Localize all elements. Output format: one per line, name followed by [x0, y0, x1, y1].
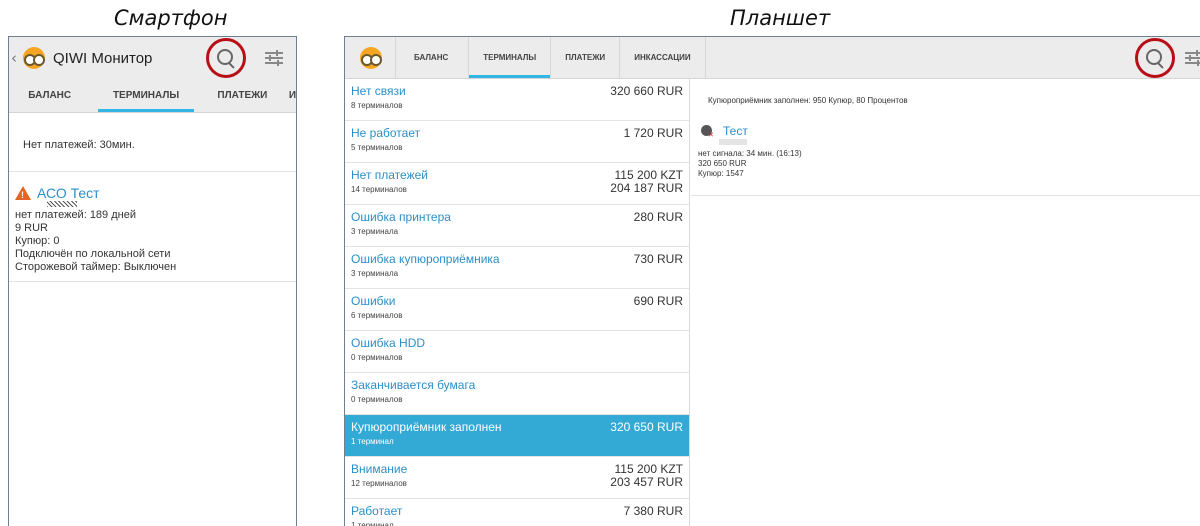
amount-line: 320 650 RUR [610, 420, 683, 434]
terminal-line: 320 650 RUR [698, 159, 747, 168]
status-amount: 7 380 RUR [624, 505, 683, 518]
terminal-count: 1 терминал [351, 521, 394, 526]
status-row[interactable]: Ошибка HDD 0 терминалов [345, 331, 689, 373]
amount-line: 690 RUR [633, 294, 683, 308]
status-amount: 730 RUR [634, 253, 683, 266]
status-amount: 115 200 KZT 203 457 RUR [610, 463, 683, 489]
terminal-line: Сторожевой таймер: Выключен [15, 261, 177, 273]
terminal-line: Купюр: 1547 [698, 169, 744, 178]
status-row[interactable]: Ошибки 6 терминалов 690 RUR [345, 289, 689, 331]
amount-line: 280 RUR [633, 210, 683, 224]
status-name: Ошибка HDD [351, 336, 426, 350]
status-row[interactable]: Нет платежей 14 терминалов 115 200 KZT 204 … [345, 163, 689, 205]
status-message: Нет платежей: 30мин. [23, 139, 135, 151]
redacted-address [47, 201, 77, 207]
tab-terminals[interactable]: ТЕРМИНАЛЫ [90, 79, 201, 112]
tab-terminals[interactable]: ТЕРМИНАЛЫ [468, 37, 551, 78]
terminal-item[interactable]: Тест нет сигнала: 34 мин. (16:13) 320 65… [691, 119, 1200, 196]
terminal-error-icon [701, 125, 714, 140]
status-amount: 280 RUR [634, 211, 683, 224]
terminal-line: Купюр: 0 [15, 235, 60, 247]
status-row[interactable]: Заканчивается бумага 0 терминалов [345, 373, 689, 415]
amount-line: 320 660 RUR [610, 84, 683, 98]
phone-caption: Смартфон [114, 6, 228, 30]
amount-line: 204 187 RUR [610, 181, 683, 195]
qiwi-logo-icon[interactable] [23, 47, 45, 69]
status-amount: 320 660 RUR [610, 85, 683, 98]
app-title: QIWI Монитор [53, 49, 153, 67]
detail-pane: Купюроприёмник заполнен: 950 Купюр, 80 П… [691, 79, 1200, 196]
terminal-count: 0 терминалов [351, 395, 403, 404]
amount-line: 7 380 RUR [623, 504, 683, 518]
amount-line: 730 RUR [633, 252, 683, 266]
status-row[interactable]: Работает 1 терминал 7 380 RUR [345, 499, 689, 526]
terminal-line: нет сигнала: 34 мин. (16:13) [698, 149, 802, 158]
tab-balance[interactable]: БАЛАНС [9, 79, 90, 112]
terminal-count: 6 терминалов [351, 311, 403, 320]
tab-balance[interactable]: БАЛАНС [395, 37, 468, 78]
status-row[interactable]: Не работает 5 терминалов 1 720 RUR [345, 121, 689, 163]
status-row[interactable]: Ошибка купюроприёмника 3 терминала 730 RUR [345, 247, 689, 289]
search-icon [1146, 49, 1164, 67]
search-button[interactable] [1135, 38, 1175, 78]
terminal-count: 3 терминала [351, 227, 399, 236]
terminal-count: 1 терминал [351, 437, 394, 446]
search-icon [217, 49, 235, 67]
filter-settings-icon[interactable] [1185, 50, 1200, 66]
status-amount: 1 720 RUR [624, 127, 683, 140]
qiwi-logo-icon [360, 46, 382, 69]
tablet-screen: БАЛАНС ТЕРМИНАЛЫ ПЛАТЕЖИ ИНКАССАЦИИ Нет … [344, 36, 1200, 526]
filter-settings-icon[interactable] [265, 50, 283, 66]
terminal-name[interactable]: Тест [723, 125, 748, 137]
phone-tab-bar: БАЛАНС ТЕРМИНАЛЫ ПЛАТЕЖИ И [9, 79, 296, 113]
tab-collections-partial[interactable]: И [283, 79, 296, 112]
blurred-address [719, 139, 747, 145]
phone-action-bar: ‹ QIWI Монитор [9, 37, 296, 79]
amount-line: 1 720 RUR [623, 126, 683, 140]
terminal-count: 3 терминала [351, 269, 399, 278]
tab-payments[interactable]: ПЛАТЕЖИ [202, 79, 283, 112]
status-row[interactable]: Ошибка принтера 3 терминала 280 RUR [345, 205, 689, 247]
terminal-line: нет платежей: 189 дней [15, 209, 136, 221]
terminal-item[interactable]: ! АСО Тест нет платежей: 189 дней 9 RUR … [9, 172, 296, 274]
status-row[interactable]: Купюроприёмник заполнен 1 терминал 320 650… [345, 415, 689, 457]
terminal-line: 9 RUR [15, 222, 49, 234]
status-name: Заканчивается бумага [351, 378, 476, 392]
warning-icon: ! [15, 186, 31, 200]
status-row[interactable]: Нет связи 8 терминалов 320 660 RUR [345, 79, 689, 121]
amount-line: 203 457 RUR [610, 475, 683, 489]
terminal-count: 0 терминалов [351, 353, 403, 362]
terminal-line: Подключён по локальной сети [15, 248, 171, 260]
status-row[interactable]: Внимание 12 терминалов 115 200 KZT 203 457 … [345, 457, 689, 499]
status-amount: 320 650 RUR [610, 421, 683, 434]
terminal-count: 5 терминалов [351, 143, 403, 152]
divider [9, 281, 296, 282]
terminal-count: 8 терминалов [351, 101, 403, 110]
status-amount: 115 200 KZT 204 187 RUR [610, 169, 683, 195]
terminal-name[interactable]: АСО Тест [37, 186, 100, 200]
tablet-action-bar: БАЛАНС ТЕРМИНАЛЫ ПЛАТЕЖИ ИНКАССАЦИИ [345, 37, 1200, 79]
search-button[interactable] [206, 38, 246, 78]
status-amount: 690 RUR [634, 295, 683, 308]
back-chevron-icon[interactable]: ‹ [11, 49, 21, 67]
phone-screen: ‹ QIWI Монитор БАЛАНС ТЕРМИНАЛЫ ПЛАТЕЖИ … [8, 36, 297, 526]
tablet-caption: Планшет [730, 6, 831, 30]
status-list: Нет связи 8 терминалов 320 660 RUR Не работ… [345, 79, 690, 526]
qiwi-logo[interactable] [345, 37, 395, 78]
tab-payments[interactable]: ПЛАТЕЖИ [550, 37, 619, 78]
detail-message: Купюроприёмник заполнен: 950 Купюр, 80 П… [708, 96, 908, 105]
tab-collections[interactable]: ИНКАССАЦИИ [619, 37, 706, 78]
